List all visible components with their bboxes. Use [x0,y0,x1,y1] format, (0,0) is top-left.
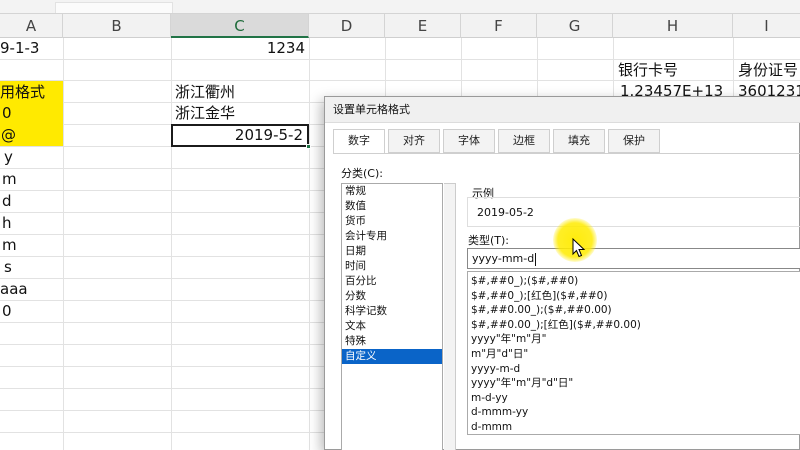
column-header-f[interactable]: F [461,14,537,38]
tab-fill[interactable]: 填充 [553,129,605,153]
category-special[interactable]: 特殊 [342,334,442,349]
category-label: 分类(C): [341,167,383,180]
format-code-list[interactable]: $#,##0_);($#,##0) $#,##0_);[红色]($#,##0) … [467,271,800,435]
column-header-b[interactable]: B [63,14,171,38]
cell-a11[interactable]: m [2,234,17,256]
cell-a1[interactable]: 9-1-3 [0,37,39,59]
column-header-i[interactable]: I [733,14,800,38]
cell-a9[interactable]: d [2,190,12,212]
name-box[interactable] [55,2,173,13]
column-header-d[interactable]: D [309,14,385,38]
format-item[interactable]: $#,##0.00_);($#,##0.00) [468,303,800,318]
column-header-e[interactable]: E [385,14,461,38]
format-item[interactable]: $#,##0_);[红色]($#,##0) [468,289,800,304]
category-number[interactable]: 数值 [342,199,442,214]
cell-a7[interactable]: y [4,146,13,168]
cell-a12[interactable]: s [4,256,12,278]
type-input[interactable]: yyyy-mm-d [467,248,800,269]
category-currency[interactable]: 货币 [342,214,442,229]
dialog-title: 设置单元格格式 [325,97,800,123]
tab-protection[interactable]: 保护 [608,129,660,153]
column-header-c[interactable]: C [171,14,309,38]
format-item[interactable]: d-mmm-yy [468,405,800,420]
category-custom[interactable]: 自定义 [342,349,442,364]
format-item[interactable]: m-d-yy [468,391,800,406]
cell-a8[interactable]: m [2,168,17,190]
cell-a14[interactable]: 0 [2,300,12,322]
format-item[interactable]: yyyy"年"m"月"d"日" [468,376,800,391]
category-time[interactable]: 时间 [342,259,442,274]
column-header-a[interactable]: A [0,14,63,38]
mouse-pointer-icon [572,238,586,258]
category-fraction[interactable]: 分数 [342,289,442,304]
tab-panel-border [333,153,800,154]
cell-a6[interactable]: @ [1,124,16,146]
cell-c4[interactable]: 浙江衢州 [175,81,235,103]
tab-font[interactable]: 字体 [443,129,495,153]
format-item[interactable]: $#,##0.00_);[红色]($#,##0.00) [468,318,800,333]
cell-c5[interactable]: 浙江金华 [175,102,235,124]
type-input-value: yyyy-mm-d [472,252,535,265]
tab-border[interactable]: 边框 [498,129,550,153]
cell-a5[interactable]: 0 [2,102,12,124]
tab-alignment[interactable]: 对齐 [388,129,440,153]
format-item[interactable]: $#,##0_);($#,##0) [468,274,800,289]
category-accounting[interactable]: 会计专用 [342,229,442,244]
category-general[interactable]: 常规 [342,184,442,199]
cell-i3[interactable]: 身份证号 [738,59,798,81]
format-item[interactable]: m"月"d"日" [468,347,800,362]
category-percentage[interactable]: 百分比 [342,274,442,289]
formula-bar-strip [0,0,800,14]
format-item[interactable]: yyyy-m-d [468,362,800,377]
cell-a13[interactable]: aaa [0,278,28,300]
category-scientific[interactable]: 科学记数 [342,304,442,319]
column-header-h[interactable]: H [613,14,733,38]
tab-number[interactable]: 数字 [333,129,385,154]
text-caret [535,252,537,266]
category-list-scrollbar[interactable] [444,183,456,450]
format-item[interactable]: yyyy"年"m"月" [468,332,800,347]
grid-line [0,59,800,60]
column-headers: A B C D E F G H I [0,14,800,38]
format-item[interactable]: d-mmm [468,420,800,434]
category-text[interactable]: 文本 [342,319,442,334]
cell-a10[interactable]: h [2,212,12,234]
column-header-g[interactable]: G [537,14,613,38]
cell-c1[interactable]: 1234 [171,37,309,59]
type-label: 类型(T): [468,234,510,247]
cell-a4[interactable]: 用格式 [0,81,45,103]
sample-value: 2019-05-2 [477,206,534,219]
fill-handle[interactable] [306,144,311,149]
format-cells-dialog: 设置单元格格式 数字 对齐 字体 边框 填充 保护 分类(C): 常规 数值 货… [324,96,800,450]
cell-h3[interactable]: 银行卡号 [618,59,678,81]
category-list[interactable]: 常规 数值 货币 会计专用 日期 时间 百分比 分数 科学记数 文本 特殊 自定… [341,183,443,450]
active-cell-border[interactable] [171,124,311,149]
category-date[interactable]: 日期 [342,244,442,259]
